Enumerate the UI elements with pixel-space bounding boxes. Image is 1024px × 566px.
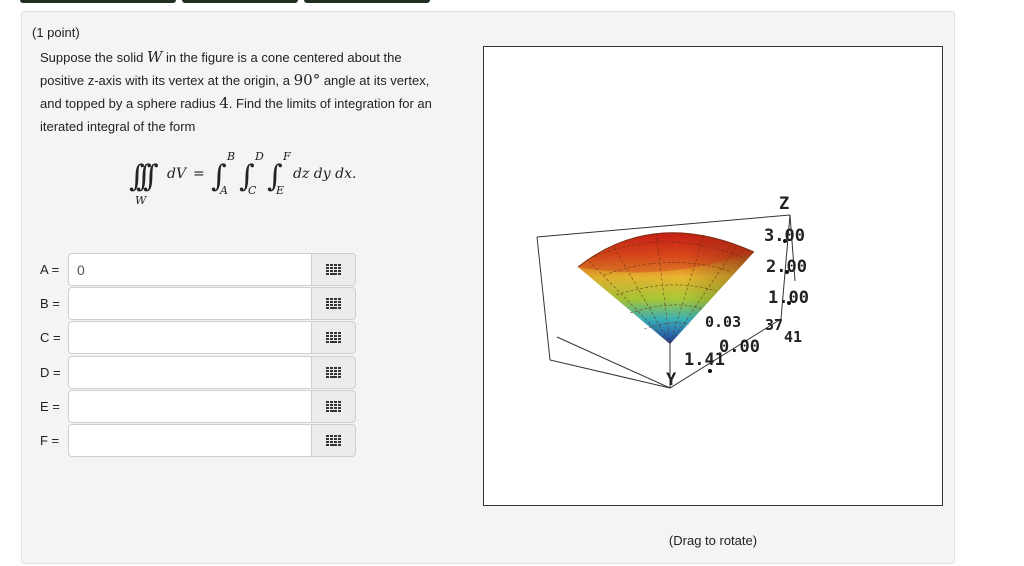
origin-label: 0.00 xyxy=(719,337,760,357)
equals-sign: = xyxy=(193,166,205,182)
top-tab-1[interactable] xyxy=(20,0,176,3)
integral-formula: ∫ ∫ ∫ W dV = ∫ B A ∫ D C ∫ F E dz dy dx. xyxy=(129,150,356,207)
x-tick-end: 41 xyxy=(784,328,802,346)
upper-limit-B: B xyxy=(226,150,235,163)
grid-icon xyxy=(325,297,341,309)
x-tick-far: 37 xyxy=(765,316,783,334)
answer-F-input[interactable] xyxy=(68,424,312,457)
answer-D-input[interactable] xyxy=(68,356,312,389)
label-F: F = xyxy=(40,433,60,448)
upper-limit-D: D xyxy=(254,150,264,163)
top-tab-3[interactable] xyxy=(304,0,430,3)
z-tick-2: 2.00 xyxy=(766,257,807,277)
graph-canvas[interactable]: Z 3.00 2.00 1.00 37 41 0.03 0.00 1.41 Y xyxy=(483,46,943,506)
label-B: B = xyxy=(40,296,60,311)
label-A: A = xyxy=(40,262,60,277)
grid-icon xyxy=(325,263,341,275)
label-E: E = xyxy=(40,399,60,414)
palette-button-D[interactable] xyxy=(311,356,356,389)
z-tick-1: 1.00 xyxy=(768,288,809,308)
label-D: D = xyxy=(40,365,61,380)
problem-text-part: Suppose the solid xyxy=(40,50,147,65)
answer-B-input[interactable] xyxy=(68,287,312,320)
lower-limit-A: A xyxy=(219,184,228,197)
integral-sign: ∫ xyxy=(143,159,159,194)
tick-dot xyxy=(708,369,712,373)
palette-button-C[interactable] xyxy=(311,321,356,354)
region-label: W xyxy=(135,194,148,207)
palette-button-A[interactable] xyxy=(311,253,356,286)
points-label: (1 point) xyxy=(32,25,80,40)
dv-label: dV xyxy=(167,166,188,182)
tick-dot xyxy=(785,270,789,274)
problem-statement: Suppose the solid W in the figure is a c… xyxy=(40,46,440,138)
angle-value: 90° xyxy=(293,71,321,89)
answer-C-input[interactable] xyxy=(68,321,312,354)
cone-3d-plot[interactable]: Z 3.00 2.00 1.00 37 41 0.03 0.00 1.41 Y xyxy=(484,47,942,505)
lower-limit-E: E xyxy=(275,184,284,197)
z-axis-label: Z xyxy=(779,194,789,214)
answer-E-input[interactable] xyxy=(68,390,312,423)
lower-limit-C: C xyxy=(248,184,257,197)
grid-icon xyxy=(325,366,341,378)
answer-A-input[interactable] xyxy=(68,253,312,286)
grid-icon xyxy=(325,331,341,343)
top-tab-2[interactable] xyxy=(182,0,298,3)
grid-icon xyxy=(325,434,341,446)
grid-icon xyxy=(325,400,341,412)
tick-dot xyxy=(783,239,787,243)
differentials: dz dy dx. xyxy=(293,166,356,182)
palette-button-F[interactable] xyxy=(311,424,356,457)
palette-button-B[interactable] xyxy=(311,287,356,320)
y-axis-label: Y xyxy=(666,370,677,390)
x-tick-near: 0.03 xyxy=(705,313,741,331)
tick-dot xyxy=(787,301,791,305)
y-tick-label: 1.41 xyxy=(684,350,725,370)
upper-limit-F: F xyxy=(282,150,291,163)
z-tick-3: 3.00 xyxy=(764,226,805,246)
palette-button-E[interactable] xyxy=(311,390,356,423)
solid-name: W xyxy=(146,48,163,66)
label-C: C = xyxy=(40,330,61,345)
drag-to-rotate-caption: (Drag to rotate) xyxy=(668,533,758,548)
radius-value: 4 xyxy=(219,94,229,112)
